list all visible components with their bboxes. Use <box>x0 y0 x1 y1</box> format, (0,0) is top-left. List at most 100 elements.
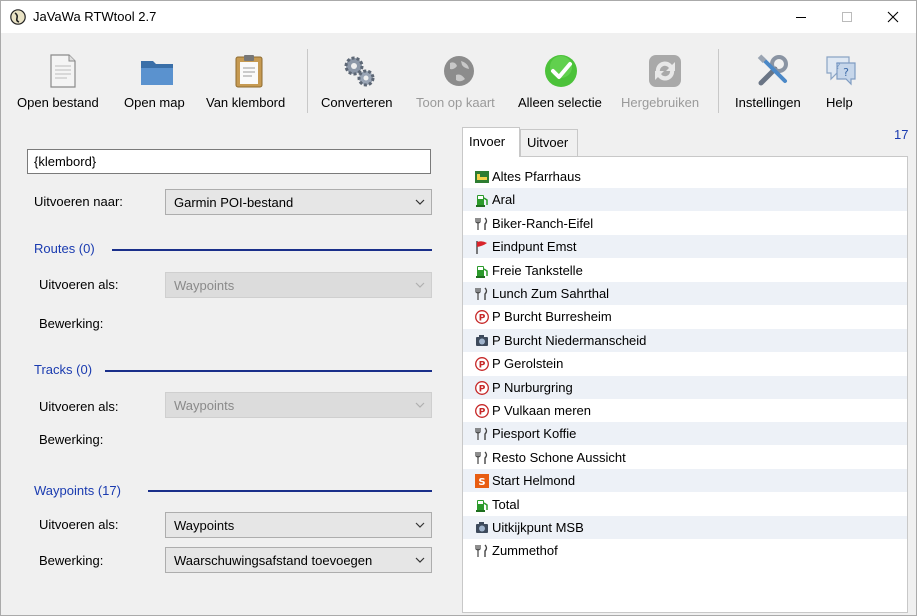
svg-text:P: P <box>479 384 486 394</box>
restaurant-icon <box>475 451 488 464</box>
list-item[interactable]: Piesport Koffie <box>463 422 907 446</box>
parking-icon: P <box>475 380 489 395</box>
fuel-icon <box>476 265 488 278</box>
list-item-label: Start Helmond <box>492 473 576 489</box>
list-item[interactable]: Aral <box>463 188 907 212</box>
reuse-label: Hergebruiken <box>621 95 700 110</box>
chevron-down-icon <box>415 522 425 528</box>
list-item[interactable]: Freie Tankstelle <box>463 259 907 282</box>
tracks-divider <box>105 370 432 372</box>
close-button[interactable] <box>870 1 916 33</box>
routes-section-title: Routes (0) <box>34 241 95 256</box>
list-item[interactable]: Lunch Zum Sahrthal <box>463 282 907 305</box>
recycle-icon <box>649 55 681 87</box>
reuse-button[interactable]: Hergebruiken <box>619 47 711 117</box>
app-window: JaVaWa RTWtool 2.7 Open bestand Open map <box>0 0 917 616</box>
close-icon <box>887 11 899 23</box>
list-item[interactable]: P Burcht Niedermanscheid <box>463 328 907 352</box>
start-icon: S <box>475 474 489 489</box>
chevron-down-icon <box>415 402 425 408</box>
tracks-section-title: Tracks (0) <box>34 362 93 377</box>
parking-icon: P <box>475 404 489 418</box>
list-item[interactable]: Eindpunt Emst <box>463 235 907 259</box>
routes-output-as-select[interactable]: Waypoints <box>165 272 432 298</box>
flag-icon <box>476 241 487 255</box>
tab-input[interactable]: Invoer <box>462 127 520 157</box>
settings-button[interactable]: Instellingen <box>729 47 815 117</box>
only-selection-label: Alleen selectie <box>518 95 602 110</box>
routes-edit-label: Bewerking: <box>39 316 104 331</box>
open-file-button[interactable]: Open bestand <box>15 47 111 117</box>
open-file-label: Open bestand <box>17 95 99 110</box>
list-item[interactable]: Uitkijkpunt MSB <box>463 516 907 539</box>
list-item-label: Aral <box>492 192 516 208</box>
list-item-label: P Burcht Burresheim <box>492 309 612 325</box>
check-icon <box>545 55 577 87</box>
minimize-button[interactable] <box>778 1 824 33</box>
fuel-icon <box>476 499 488 512</box>
list-item-label: P Nurburgring <box>492 379 573 395</box>
list-item-label: Resto Schone Aussicht <box>492 449 626 465</box>
title-bar: JaVaWa RTWtool 2.7 <box>1 1 916 33</box>
parking-icon: P <box>475 310 489 325</box>
restaurant-icon <box>475 427 488 441</box>
from-clipboard-button[interactable]: Van klembord <box>203 47 299 117</box>
list-item[interactable]: P P Nurburgring <box>463 375 907 399</box>
camera-icon <box>476 522 488 533</box>
only-selection-button[interactable]: Alleen selectie <box>515 47 611 117</box>
svg-text:?: ? <box>836 62 841 72</box>
waypoints-output-as-select[interactable]: Waypoints <box>165 512 432 538</box>
svg-text:P: P <box>479 361 486 371</box>
waypoint-list[interactable]: Altes Pfarrhaus Aral Biker-Ranch-Eifel Eind… <box>462 156 908 613</box>
list-item-label: Altes Pfarrhaus <box>492 169 581 184</box>
chevron-down-icon <box>415 199 425 205</box>
show-on-map-button[interactable]: Toon op kaart <box>411 47 507 117</box>
maximize-button[interactable] <box>824 1 870 33</box>
window-title: JaVaWa RTWtool 2.7 <box>33 9 157 24</box>
settings-label: Instellingen <box>735 95 801 110</box>
list-item[interactable]: Altes Pfarrhaus <box>463 165 907 188</box>
document-icon <box>50 54 76 88</box>
waypoints-edit-select[interactable]: Waarschuwingsafstand toevoegen <box>165 547 432 573</box>
list-item[interactable]: Zummethof <box>463 539 907 562</box>
list-item[interactable]: S Start Helmond <box>463 469 907 493</box>
list-item[interactable]: P P Gerolstein <box>463 352 907 375</box>
tab-output[interactable]: Uitvoer <box>520 129 578 156</box>
input-source-field[interactable]: {klembord} <box>27 149 431 174</box>
restaurant-icon <box>475 287 488 300</box>
tracks-output-as-label: Uitvoeren als: <box>39 399 119 414</box>
list-item[interactable]: Biker-Ranch-Eifel <box>463 212 907 235</box>
routes-output-as-value: Waypoints <box>174 278 235 293</box>
svg-text:S: S <box>478 477 485 488</box>
help-button[interactable]: ? ? Help <box>819 47 865 117</box>
chevron-down-icon <box>415 557 425 563</box>
waypoints-output-as-value: Waypoints <box>174 518 235 533</box>
fuel-icon <box>476 195 488 208</box>
tracks-edit-label: Bewerking: <box>39 432 104 447</box>
output-to-select[interactable]: Garmin POI-bestand <box>165 189 432 215</box>
list-item[interactable]: P P Vulkaan meren <box>463 399 907 422</box>
svg-text:?: ? <box>843 66 849 79</box>
list-item[interactable]: Resto Schone Aussicht <box>463 446 907 469</box>
convert-button[interactable]: Converteren <box>317 47 403 117</box>
item-count: 17 <box>894 127 909 142</box>
list-item-label: P Vulkaan meren <box>492 403 592 418</box>
open-folder-label: Open map <box>124 95 185 110</box>
list-item[interactable]: Total <box>463 493 907 516</box>
show-on-map-label: Toon op kaart <box>416 95 495 110</box>
waypoints-edit-label: Bewerking: <box>39 553 104 568</box>
list-item-label: Uitkijkpunt MSB <box>492 520 584 535</box>
list-item-label: Zummethof <box>492 543 558 559</box>
list-item[interactable]: P P Burcht Burresheim <box>463 305 907 328</box>
tools-icon <box>757 54 788 86</box>
list-item-label: Lunch Zum Sahrthal <box>492 286 610 301</box>
list-item-label: Total <box>492 496 520 512</box>
svg-text:P: P <box>479 314 486 324</box>
maximize-icon <box>842 12 852 22</box>
tracks-output-as-select[interactable]: Waypoints <box>165 392 432 418</box>
output-to-label: Uitvoeren naar: <box>34 194 123 209</box>
list-item-label: P Burcht Niedermanscheid <box>492 332 647 348</box>
open-folder-button[interactable]: Open map <box>121 47 193 117</box>
clipboard-icon <box>235 55 263 88</box>
help-label: Help <box>826 95 853 110</box>
